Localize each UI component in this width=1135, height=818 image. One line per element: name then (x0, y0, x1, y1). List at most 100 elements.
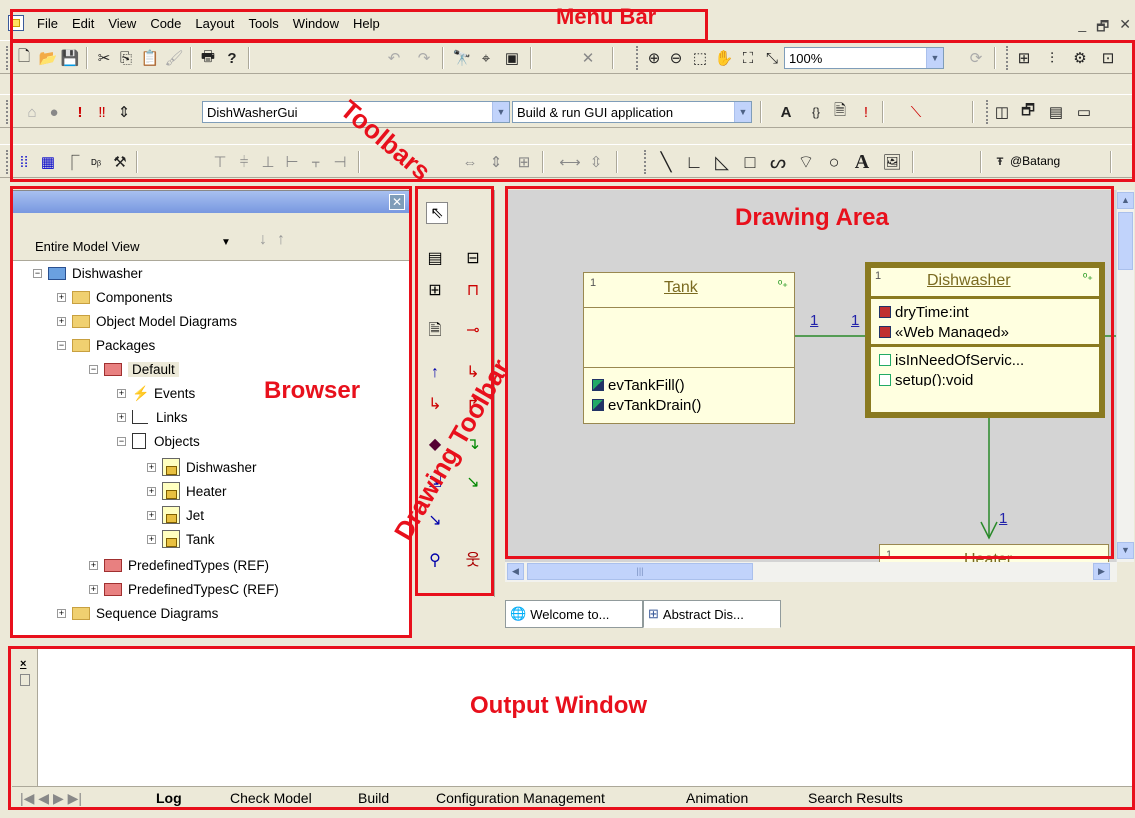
tab-build[interactable]: Build (358, 790, 389, 806)
run-icon[interactable]: ! (70, 102, 90, 122)
port-tool-icon[interactable]: ⊸ (462, 320, 484, 342)
tab-search-results[interactable]: Search Results (808, 790, 903, 806)
close-icon[interactable]: × (20, 658, 26, 670)
tree-item[interactable]: + Tank (147, 527, 215, 551)
package-tool-icon[interactable]: ⊓ (462, 280, 484, 302)
polyline-icon[interactable]: ∟ (684, 152, 704, 172)
font-combo[interactable]: @Batang (1010, 154, 1060, 168)
same-width-icon[interactable]: ⇔ (460, 152, 480, 172)
error-icon[interactable]: ! (856, 102, 876, 122)
image-icon[interactable]: 🖼 (882, 152, 902, 172)
operation-item[interactable]: evTankDrain() (592, 397, 701, 413)
attribute-item[interactable]: «Web Managed» (879, 324, 1009, 338)
close-icon[interactable]: ✕ (389, 194, 405, 210)
tab-log[interactable]: Log (156, 790, 182, 806)
tree-item[interactable]: + Heater (147, 479, 227, 503)
object-tool-icon[interactable]: ▤ (424, 248, 446, 270)
object-name[interactable]: Tank (664, 279, 698, 297)
collapse-icon[interactable]: − (57, 340, 66, 350)
expand-icon[interactable]: + (57, 292, 66, 302)
help-icon[interactable]: ? (222, 48, 242, 68)
tab-abstract-diagram[interactable]: ⊞ Abstract Dis... (643, 600, 781, 628)
undo-zoom-icon[interactable]: ⤡ (762, 48, 782, 68)
zoom-area-icon[interactable]: ⬚ (690, 48, 710, 68)
grid-icon[interactable]: ⁞⁞ (14, 152, 34, 172)
menu-code[interactable]: Code (143, 16, 188, 31)
scroll-up-icon[interactable]: ▲ (1117, 192, 1134, 209)
expand-icon[interactable]: + (147, 510, 156, 520)
ruler-icon[interactable]: ⎾ (62, 152, 82, 172)
tab-welcome[interactable]: 🌐 Welcome to... (505, 600, 643, 628)
new-icon[interactable]: 🗋 (14, 48, 34, 68)
print-icon[interactable]: 🖶 (198, 48, 218, 68)
menu-help[interactable]: Help (346, 16, 387, 31)
browser-nav-arrows[interactable]: ↓↑ (259, 231, 295, 249)
browser-toggle-icon[interactable]: ▣ (502, 48, 522, 68)
cut-icon[interactable]: ✂ (94, 48, 114, 68)
select-pointer-icon[interactable]: ⇖ (426, 202, 448, 224)
scroll-left-icon[interactable]: ◀ (507, 563, 524, 580)
collapse-icon[interactable]: − (117, 436, 126, 446)
expand-icon[interactable]: + (147, 486, 156, 496)
doc-icon[interactable]: 🗎 (830, 102, 850, 122)
text-icon[interactable]: A (852, 151, 872, 173)
menu-file[interactable]: File (30, 16, 65, 31)
configuration-combo[interactable]: Build & run GUI application ▼ (512, 101, 752, 123)
tree-item[interactable]: + PredefinedTypesC (REF) (89, 577, 279, 601)
output-view-icon[interactable]: ▤ (1046, 102, 1066, 122)
collapse-icon[interactable]: − (33, 268, 42, 278)
tab-scroll-arrows[interactable]: |◀ ◀ ▶ ▶| (20, 790, 82, 807)
vertical-scrollbar[interactable]: ▲ ▼ (1116, 190, 1134, 562)
make-icon[interactable]: ⌂ (22, 102, 42, 122)
class-tool-icon[interactable]: ⊟ (462, 248, 484, 270)
pan-icon[interactable]: ✋ (714, 48, 734, 68)
triangle-icon[interactable]: ◺ (712, 152, 732, 172)
rectangle-icon[interactable]: □ (740, 152, 760, 172)
format-painter-icon[interactable]: 🖌 (164, 48, 184, 68)
menu-layout[interactable]: Layout (188, 16, 241, 31)
curve-icon[interactable]: ᔕ (768, 152, 788, 172)
tree-item[interactable]: + ⚡ Events (117, 381, 195, 405)
multiplicity-label[interactable]: 1 (810, 312, 818, 329)
zoom-combo[interactable]: 100% ▼ (784, 47, 944, 69)
tank-object-box[interactable]: 1 ᵒ₊ Tank evTankFill() evTankDrain() (583, 272, 795, 424)
align-top-icon[interactable]: ⊤ (210, 152, 230, 172)
snap-icon[interactable]: ▦ (38, 152, 58, 172)
scroll-right-icon[interactable]: ▶ (1093, 563, 1110, 580)
tree-item[interactable]: + PredefinedTypes (REF) (89, 553, 269, 577)
generate-make-run-icon[interactable]: ‼ (92, 102, 112, 122)
features-icon[interactable]: 🗗 (1018, 102, 1038, 122)
same-height-icon[interactable]: ⇕ (486, 152, 506, 172)
space-vertical-icon[interactable]: ⇳ (586, 152, 606, 172)
tree-item[interactable]: + Dishwasher (147, 455, 257, 479)
sequence-diagram-icon[interactable]: ⫶ (1042, 48, 1062, 68)
zoom-in-icon[interactable]: ⊕ (644, 48, 664, 68)
undo-icon[interactable]: ↶ (384, 48, 404, 68)
copy-icon[interactable]: ⎘ (116, 48, 136, 68)
expand-icon[interactable]: + (57, 608, 66, 618)
heater-object-box[interactable]: 1 Heater (879, 544, 1109, 562)
menu-tools[interactable]: Tools (241, 16, 285, 31)
expand-icon[interactable]: + (89, 560, 98, 570)
chevron-down-icon[interactable]: ▼ (492, 102, 509, 122)
tree-item[interactable]: + Components (57, 285, 173, 309)
inheritance-tool-icon[interactable]: ↑ (424, 362, 446, 384)
expand-icon[interactable]: + (117, 388, 126, 398)
object-name[interactable]: Dishwasher (927, 272, 1011, 290)
chevron-down-icon[interactable]: ▼ (926, 48, 943, 68)
scroll-thumb[interactable]: ||| (527, 563, 753, 580)
window-list-icon[interactable]: ▭ (1074, 102, 1094, 122)
expand-icon[interactable]: + (57, 316, 66, 326)
rhapsody-app-icon[interactable] (8, 15, 24, 31)
align-right-icon[interactable]: ⊣ (330, 152, 350, 172)
actor-tool-icon[interactable]: 웃 (462, 550, 484, 572)
tree-item[interactable]: + Sequence Diagrams (57, 601, 218, 625)
drawing-area[interactable]: 1 1 1 1 ᵒ₊ Tank evTankFill() evTankDrain… (505, 190, 1117, 562)
close-button[interactable]: ✕ (1119, 16, 1131, 40)
refresh-icon[interactable]: ⟳ (966, 48, 986, 68)
operation-item[interactable]: evTankFill() (592, 377, 685, 394)
line-icon[interactable]: ╲ (656, 152, 676, 172)
align-center-icon[interactable]: ⫟ (306, 152, 326, 172)
multiplicity-label[interactable]: 1 (999, 510, 1007, 527)
expand-icon[interactable]: + (89, 584, 98, 594)
